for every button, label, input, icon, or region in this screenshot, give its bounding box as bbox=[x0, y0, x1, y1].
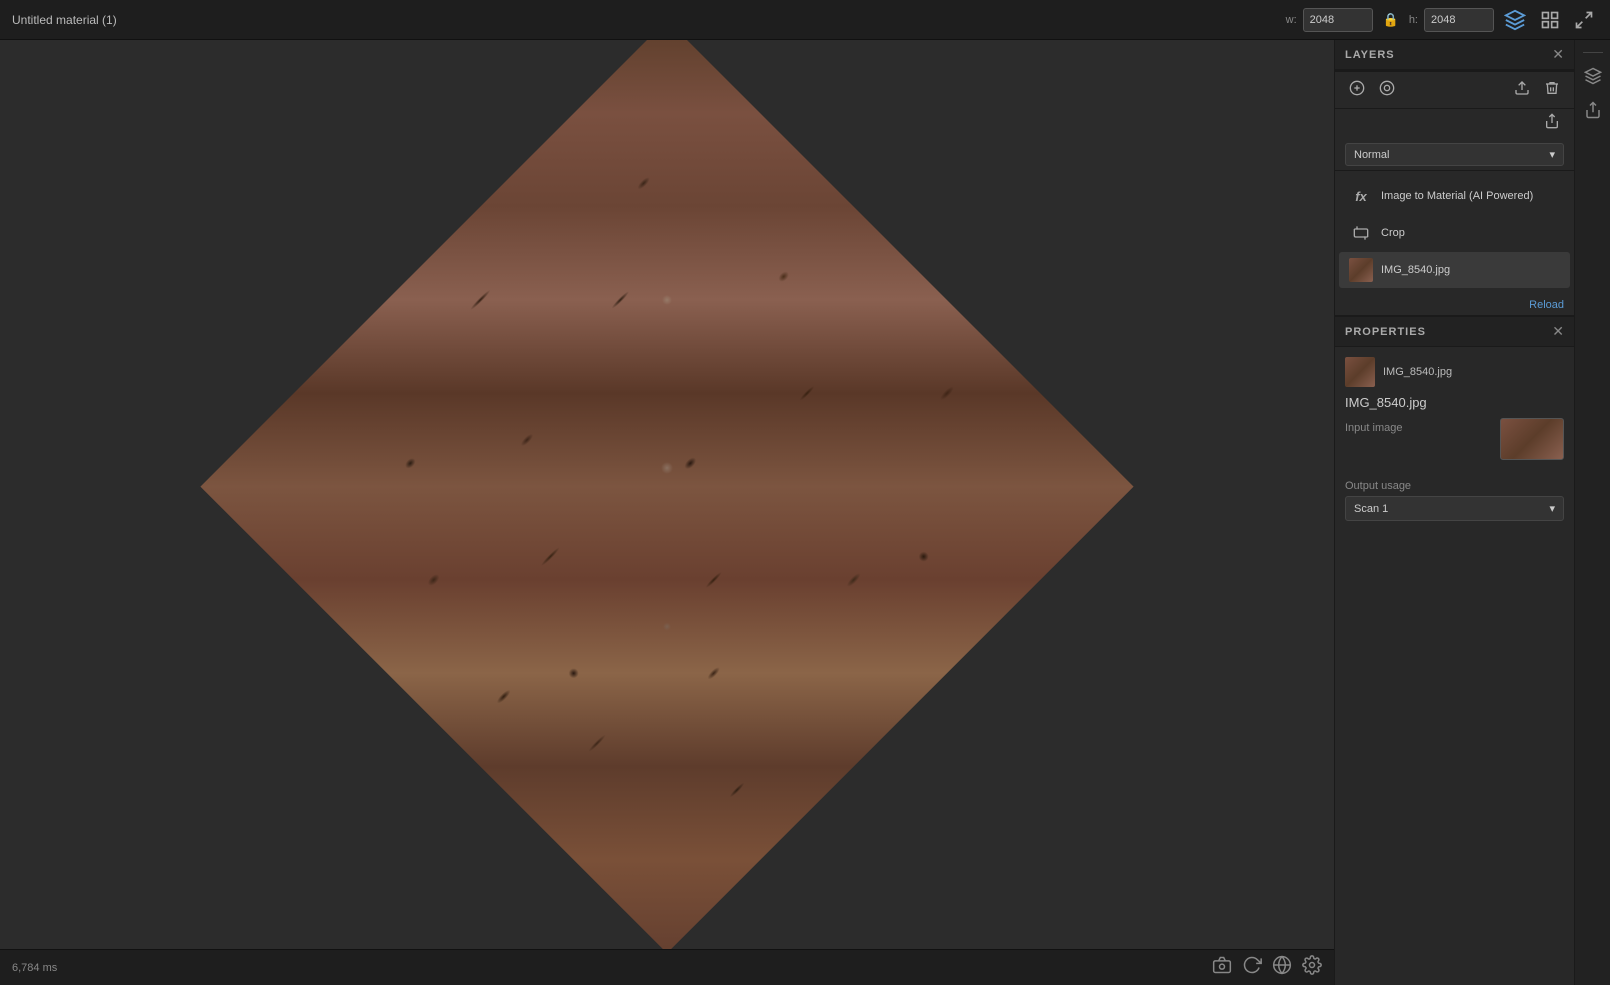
layers-list: fx Image to Material (AI Powered) Crop bbox=[1335, 171, 1574, 295]
fullscreen-icon bbox=[1574, 10, 1594, 30]
refresh-statusbar-button[interactable] bbox=[1242, 955, 1262, 980]
layers-header-actions: ✕ bbox=[1552, 46, 1564, 63]
prop-thumbnail bbox=[1345, 357, 1375, 387]
input-image-thumb[interactable] bbox=[1500, 418, 1564, 460]
chevron-down-icon: ▾ bbox=[1549, 148, 1555, 161]
blend-mode-select[interactable]: Normal ▾ bbox=[1345, 143, 1564, 166]
3d-view-button[interactable] bbox=[1500, 7, 1530, 33]
lock-aspect-button[interactable]: 🔒 bbox=[1379, 10, 1403, 30]
share-button[interactable] bbox=[1540, 111, 1564, 135]
crop-layer-name: Crop bbox=[1381, 227, 1560, 239]
prop-filename: IMG_8540.jpg bbox=[1383, 366, 1452, 378]
trash-icon bbox=[1544, 80, 1560, 96]
strip-top-separator bbox=[1583, 52, 1603, 53]
strip-share-icon bbox=[1584, 101, 1602, 119]
delete-layer-button[interactable] bbox=[1540, 78, 1564, 102]
render-time: 6,784 ms bbox=[12, 962, 57, 974]
viewport[interactable]: 6,784 ms bbox=[0, 40, 1334, 985]
layer-item-fx[interactable]: fx Image to Material (AI Powered) bbox=[1339, 178, 1570, 214]
blend-mode-value: Normal bbox=[1354, 149, 1389, 161]
layers-close-button[interactable]: ✕ bbox=[1552, 46, 1564, 63]
share-row bbox=[1335, 109, 1574, 139]
add-layer-button[interactable] bbox=[1345, 78, 1369, 102]
crop-layer-icon bbox=[1349, 221, 1373, 245]
output-usage-section: Output usage Scan 1 ▾ bbox=[1345, 480, 1564, 521]
globe-statusbar-button[interactable] bbox=[1272, 955, 1292, 980]
layer-item-image[interactable]: IMG_8540.jpg bbox=[1339, 252, 1570, 288]
prop-image-title: IMG_8540.jpg bbox=[1345, 395, 1564, 410]
camera-statusbar-button[interactable] bbox=[1212, 955, 1232, 980]
input-image-container bbox=[1345, 438, 1564, 468]
layers-header: LAYERS ✕ bbox=[1335, 40, 1574, 70]
reload-link[interactable]: Reload bbox=[1335, 295, 1574, 315]
app-title: Untitled material (1) bbox=[12, 13, 1286, 27]
properties-section: PROPERTIES ✕ IMG_8540.jpg IMG_8540.jpg I… bbox=[1335, 315, 1574, 985]
input-image-section: Input image bbox=[1345, 422, 1564, 468]
topbar-controls: w: 2048 512 1024 4096 🔒 h: 2048 512 1024… bbox=[1286, 7, 1598, 33]
grid-icon bbox=[1540, 10, 1560, 30]
settings-icon bbox=[1302, 955, 1322, 975]
layer-item-crop[interactable]: Crop bbox=[1339, 215, 1570, 251]
image-layer-name: IMG_8540.jpg bbox=[1381, 264, 1560, 276]
properties-content: IMG_8540.jpg IMG_8540.jpg Input image Ou… bbox=[1335, 347, 1574, 531]
output-usage-select[interactable]: Scan 1 ▾ bbox=[1345, 496, 1564, 521]
blend-mode-row: Normal ▾ bbox=[1335, 139, 1574, 171]
far-right-strip bbox=[1574, 40, 1610, 985]
topbar: Untitled material (1) w: 2048 512 1024 4… bbox=[0, 0, 1610, 40]
properties-close-button[interactable]: ✕ bbox=[1552, 323, 1564, 340]
statusbar: 6,784 ms bbox=[0, 949, 1334, 985]
filter-layer-button[interactable] bbox=[1375, 78, 1399, 102]
properties-header: PROPERTIES ✕ bbox=[1335, 317, 1574, 347]
fx-layer-name: Image to Material (AI Powered) bbox=[1381, 190, 1560, 202]
statusbar-icons bbox=[1212, 955, 1322, 980]
output-usage-chevron-icon: ▾ bbox=[1549, 502, 1555, 515]
fullscreen-button[interactable] bbox=[1570, 8, 1598, 32]
crop-icon bbox=[1353, 225, 1369, 241]
texture-surface bbox=[200, 40, 1133, 953]
3d-mesh-preview bbox=[200, 40, 1133, 953]
cube-icon bbox=[1504, 9, 1526, 31]
output-usage-label: Output usage bbox=[1345, 480, 1564, 492]
properties-panel-title: PROPERTIES bbox=[1345, 326, 1426, 338]
export-layer-button[interactable] bbox=[1510, 78, 1534, 102]
right-panel: LAYERS ✕ bbox=[1334, 40, 1574, 985]
prop-image-row: IMG_8540.jpg bbox=[1345, 357, 1564, 387]
add-icon bbox=[1349, 80, 1365, 96]
fx-layer-icon: fx bbox=[1349, 184, 1373, 208]
camera-icon bbox=[1212, 955, 1232, 975]
filter-icon bbox=[1379, 80, 1395, 96]
layers-toolbar bbox=[1335, 72, 1574, 109]
height-label: h: bbox=[1409, 14, 1418, 26]
width-select[interactable]: 2048 512 1024 4096 bbox=[1303, 8, 1373, 32]
main-content: 6,784 ms bbox=[0, 40, 1610, 985]
share-icon bbox=[1544, 113, 1560, 129]
export-icon bbox=[1514, 80, 1530, 96]
settings-statusbar-button[interactable] bbox=[1302, 955, 1322, 980]
strip-layers-button[interactable] bbox=[1579, 61, 1607, 91]
width-label: w: bbox=[1286, 14, 1297, 26]
output-usage-value: Scan 1 bbox=[1354, 503, 1388, 515]
layers-icon bbox=[1584, 67, 1602, 85]
viewport-canvas bbox=[0, 40, 1334, 985]
grid-view-button[interactable] bbox=[1536, 8, 1564, 32]
refresh-icon bbox=[1242, 955, 1262, 975]
globe-icon bbox=[1272, 955, 1292, 975]
strip-share-button[interactable] bbox=[1579, 95, 1607, 125]
image-layer-thumbnail bbox=[1349, 258, 1373, 282]
layers-panel-title: LAYERS bbox=[1345, 49, 1395, 61]
height-select[interactable]: 2048 512 1024 4096 bbox=[1424, 8, 1494, 32]
